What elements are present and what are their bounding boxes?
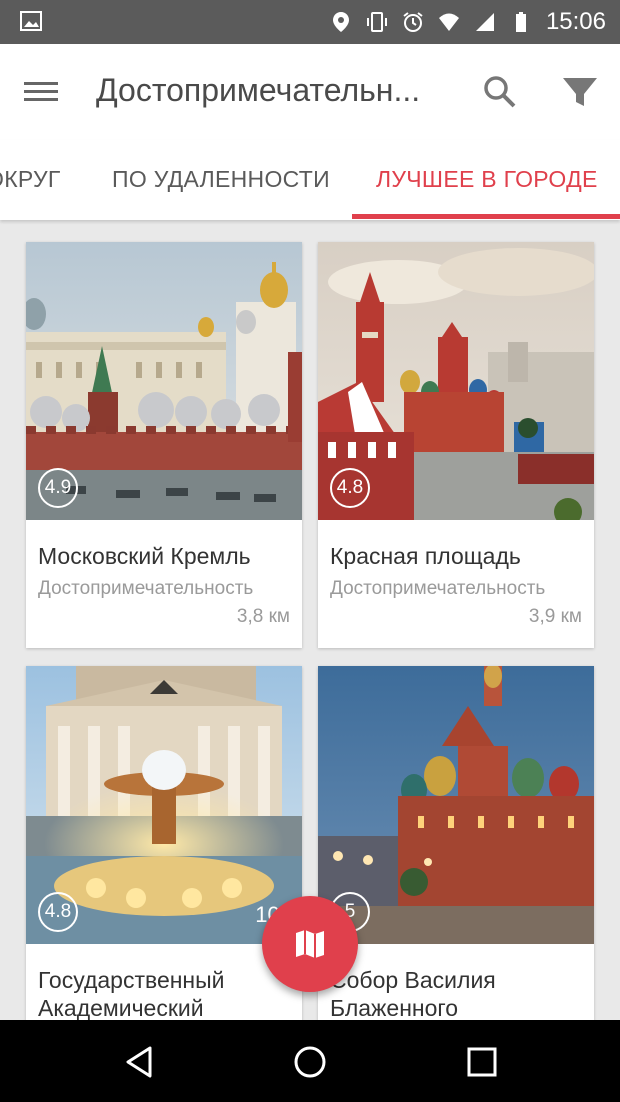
tab-bar: ОКРУГ ПО УДАЛЕННОСТИ ЛУЧШЕЕ В ГОРОДЕ	[0, 140, 620, 220]
rating-badge: 4.8	[38, 892, 78, 932]
page-title: Достопримечательн...	[96, 72, 421, 108]
place-photo: 4.9	[26, 242, 302, 520]
tab-indicator	[352, 214, 620, 219]
tab-best-in-city[interactable]: ЛУЧШЕЕ В ГОРОДЕ	[376, 166, 598, 193]
tab-okrug[interactable]: ОКРУГ	[0, 166, 61, 193]
place-photo: 5	[318, 666, 594, 944]
alarm-icon	[403, 12, 423, 32]
filter-icon[interactable]	[560, 72, 600, 112]
place-name: Государственный Академический	[38, 967, 225, 1020]
recents-icon[interactable]	[462, 1042, 502, 1082]
rating-badge: 4.9	[38, 468, 78, 508]
search-icon[interactable]	[480, 72, 520, 112]
tab-by-distance[interactable]: ПО УДАЛЕННОСТИ	[112, 166, 330, 193]
back-icon[interactable]	[120, 1042, 160, 1082]
signal-icon	[475, 13, 494, 31]
place-distance: 3,8 км	[236, 606, 290, 627]
place-card[interactable]: 5 Собор Василия Блаженного	[318, 666, 594, 1020]
rating-badge: 4.8	[330, 468, 370, 508]
app-bar: Достопримечательн...	[0, 44, 620, 140]
status-time: 15:06	[545, 8, 606, 35]
map-button[interactable]	[262, 896, 358, 992]
vibrate-icon	[366, 12, 387, 32]
image-icon	[20, 11, 42, 31]
place-card[interactable]: 4.8 100 Государственный Академический	[26, 666, 302, 1020]
place-category: Достопримечательность	[330, 578, 546, 599]
menu-icon[interactable]	[24, 76, 58, 108]
place-name: Красная площадь	[330, 543, 521, 569]
status-bar: 15:06	[0, 0, 620, 44]
wifi-icon	[438, 13, 459, 31]
place-name: Собор Василия Блаженного	[330, 967, 496, 1020]
home-icon[interactable]	[290, 1042, 330, 1082]
battery-icon	[515, 12, 526, 32]
system-nav-bar	[0, 1020, 620, 1102]
place-card[interactable]: 4.8 Красная площадь Достопримечательност…	[318, 242, 594, 648]
place-card[interactable]: 4.9 Московский Кремль Достопримечательно…	[26, 242, 302, 648]
place-photo: 4.8	[318, 242, 594, 520]
place-photo: 4.8 100	[26, 666, 302, 944]
place-category: Достопримечательность	[38, 578, 254, 599]
location-icon	[332, 12, 349, 32]
map-icon	[296, 930, 324, 958]
place-name: Московский Кремль	[38, 543, 251, 569]
place-distance: 3,9 км	[528, 606, 582, 627]
